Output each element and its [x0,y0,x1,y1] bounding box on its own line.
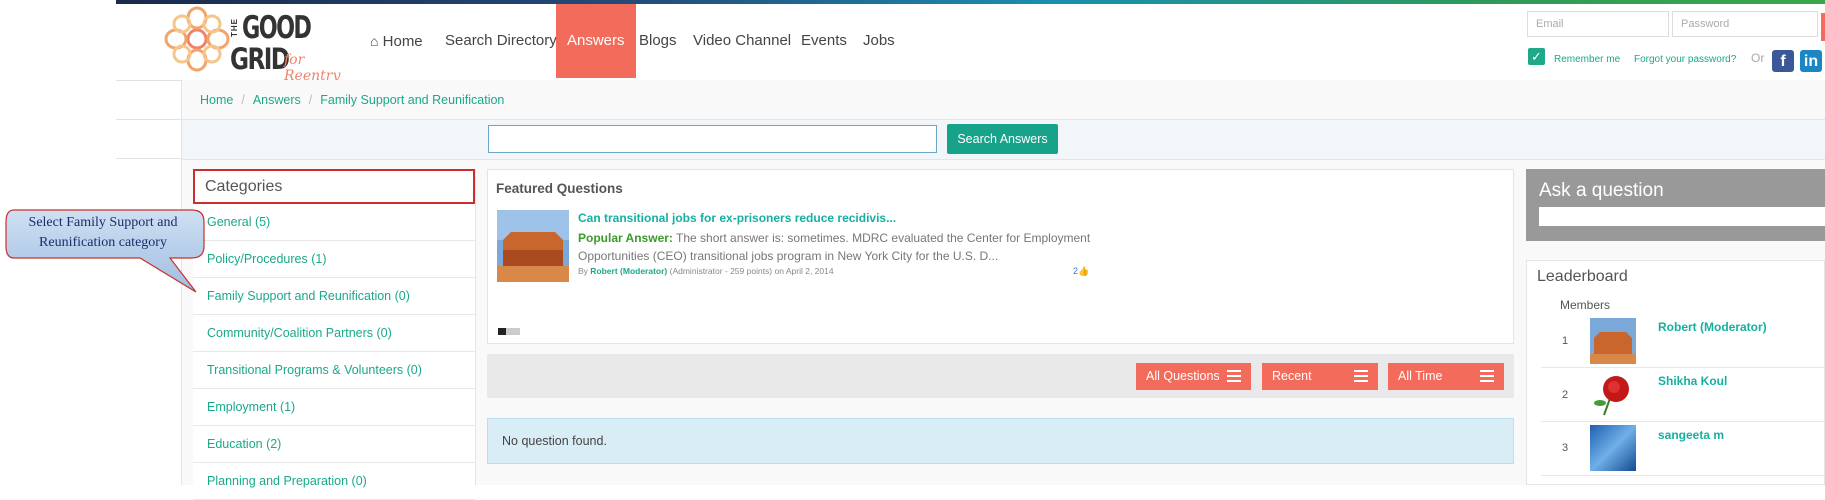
logo-the: THE [230,18,239,37]
all-questions-dropdown[interactable]: All Questions [1136,363,1251,390]
search-answers-button[interactable]: Search Answers [947,124,1058,154]
ask-question-title: Ask a question [1539,180,1664,201]
all-time-dropdown[interactable]: All Time [1388,363,1504,390]
category-education[interactable]: Education (2) [193,426,475,463]
avatar[interactable] [1590,318,1636,364]
password-field[interactable]: Password [1672,11,1818,37]
divider [1541,367,1825,368]
divider [116,158,181,159]
menu-icon [1227,370,1241,382]
search-input[interactable] [488,125,937,153]
callout-text: Select Family Support and Reunification … [28,215,178,250]
menu-icon [1480,370,1494,382]
nav-search-directory[interactable]: Search Directory [445,4,557,78]
category-policy-procedures[interactable]: Policy/Procedures (1) [193,241,475,278]
members-label: Members [1560,298,1611,312]
site-logo[interactable]: THE GOOD GRID for Reentry [164,6,364,84]
category-employment[interactable]: Employment (1) [193,389,475,426]
nav-blogs[interactable]: Blogs [639,4,677,78]
facebook-icon[interactable]: f [1772,50,1794,72]
leader-name[interactable]: sangeeta m [1658,428,1724,442]
flower-logo-icon [164,6,230,72]
author-meta: (Administrator - 259 points) on April 2,… [667,266,834,276]
nav-home-label: Home [382,33,423,50]
remember-me-checkbox[interactable]: ✓ [1528,48,1545,65]
leader-rank: 2 [1562,389,1569,401]
leaderboard-title: Leaderboard [1537,268,1628,285]
author-link[interactable]: Robert (Moderator) [590,266,667,276]
category-family-support[interactable]: Family Support and Reunification (0) [193,278,475,315]
recent-dropdown[interactable]: Recent [1262,363,1378,390]
breadcrumb-home[interactable]: Home [200,93,233,107]
featured-answer: Popular Answer: The short answer is: som… [578,229,1098,265]
nav-answers[interactable]: Answers [556,4,636,78]
avatar[interactable] [1590,371,1636,417]
leader-rank: 1 [1562,335,1569,347]
menu-icon [1354,370,1368,382]
recent-label: Recent [1272,369,1312,383]
all-questions-label: All Questions [1146,369,1220,383]
question-meta: By Robert (Moderator) (Administrator - 2… [578,266,834,276]
breadcrumb: Home / Answers / Family Support and Reunific… [200,93,505,107]
login-button-edge[interactable] [1821,13,1825,41]
likes-count[interactable]: 2👍 [1073,266,1089,277]
question-thumbnail[interactable] [497,210,569,282]
logo-grid: GRID [230,42,290,76]
category-transitional-programs[interactable]: Transitional Programs & Volunteers (0) [193,352,475,389]
carousel-pager-active[interactable] [498,328,506,335]
thumbs-up-icon: 👍 [1078,266,1090,276]
avatar[interactable] [1590,479,1636,485]
leaderboard-panel [1526,260,1825,485]
breadcrumb-answers[interactable]: Answers [253,93,301,107]
nav-events[interactable]: Events [801,4,847,78]
popular-answer-label: Popular Answer: [578,231,673,245]
email-field[interactable]: Email [1527,11,1669,37]
avatar[interactable] [1590,425,1636,471]
ask-question-input[interactable] [1539,207,1825,226]
featured-title: Featured Questions [496,181,623,196]
logo-good: GOOD [242,10,312,46]
category-planning[interactable]: Planning and Preparation (0) [193,463,475,500]
divider [116,119,181,120]
by-label: By [578,266,591,276]
divider [1541,421,1825,422]
categories-title: Categories [193,169,475,204]
category-community-partners[interactable]: Community/Coalition Partners (0) [193,315,475,352]
breadcrumb-current[interactable]: Family Support and Reunification [320,93,504,107]
divider [1541,475,1825,476]
nav-home[interactable]: ⌂ Home [370,4,423,78]
linkedin-icon[interactable]: in [1800,50,1822,72]
forgot-password-link[interactable]: Forgot your password? [1634,54,1736,65]
leader-name[interactable]: Robert (Moderator) [1658,320,1767,334]
no-questions-alert: No question found. [487,418,1514,464]
nav-video-channel[interactable]: Video Channel [693,4,791,78]
or-label: Or [1751,51,1765,65]
nav-jobs[interactable]: Jobs [863,4,895,78]
home-icon: ⌂ [370,33,379,49]
category-general[interactable]: General (5) [193,204,475,241]
all-time-label: All Time [1398,369,1443,383]
remember-me-label: Remember me [1554,54,1621,65]
leader-rank: 3 [1562,442,1569,454]
featured-question-link[interactable]: Can transitional jobs for ex-prisoners r… [578,211,896,225]
leader-name[interactable]: Shikha Koul [1658,374,1727,388]
